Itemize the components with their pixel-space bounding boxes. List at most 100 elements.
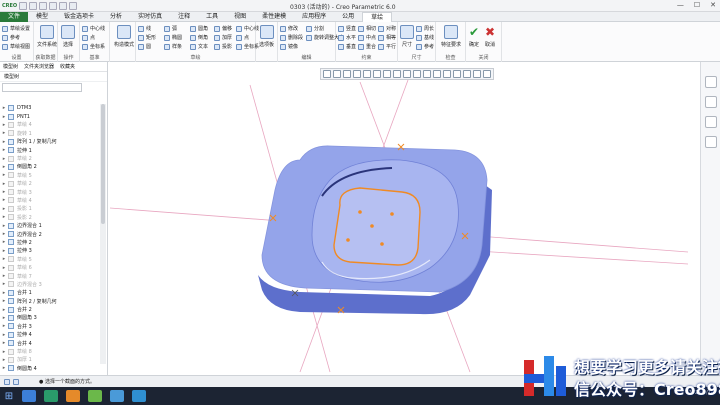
tangent-constraint-button[interactable]: 相切 xyxy=(358,25,376,32)
expand-arrow-icon[interactable]: ▸ xyxy=(0,357,8,363)
zoom-in-icon[interactable] xyxy=(333,70,341,78)
maximize-button[interactable]: ☐ xyxy=(694,1,700,9)
tab-model-tree[interactable]: 模型树 xyxy=(3,63,18,70)
tab-favorites[interactable]: 收藏夹 xyxy=(60,63,75,70)
scrollbar-thumb[interactable] xyxy=(101,104,105,224)
tab-sketch[interactable]: 草绘 xyxy=(362,11,393,22)
redo-icon[interactable] xyxy=(59,1,68,10)
model-tree-item[interactable]: ▸ 阵列 1 / 复制几何 xyxy=(0,138,100,146)
mirror-button[interactable]: 镜像 xyxy=(280,43,298,50)
model-tree-item[interactable]: ▸ 合并 3 xyxy=(0,322,100,330)
palette-button[interactable]: 选项板 xyxy=(259,25,274,48)
sketch-point-button[interactable]: 点 xyxy=(236,34,249,41)
undo-icon[interactable] xyxy=(49,1,58,10)
rectangle-button[interactable]: 矩形 xyxy=(138,34,156,41)
midpoint-constraint-button[interactable]: 中点 xyxy=(358,34,376,41)
tab-view[interactable]: 视图 xyxy=(226,12,254,22)
model-tree-item[interactable]: ▸ 加厚 1 xyxy=(0,356,100,364)
sketch-point[interactable] xyxy=(346,238,350,242)
model-tree-item[interactable]: ▸ DTM3 xyxy=(0,104,100,112)
tab-model[interactable]: 模型 xyxy=(28,12,56,22)
sketch-point[interactable] xyxy=(390,212,394,216)
model-tree-item[interactable]: ▸ 草绘 4 xyxy=(0,196,100,204)
expand-arrow-icon[interactable]: ▸ xyxy=(0,223,8,229)
expand-arrow-icon[interactable]: ▸ xyxy=(0,156,8,162)
tab-common[interactable]: 公用 xyxy=(334,12,362,22)
model-tree-item[interactable]: ▸ 草绘 7 xyxy=(0,272,100,280)
model-tree-item[interactable]: ▸ 合并 4 xyxy=(0,339,100,347)
sketch-point[interactable] xyxy=(358,210,362,214)
model-tree-item[interactable]: ▸ 拉伸 2 xyxy=(0,238,100,246)
file-system-button[interactable]: 文件系统 xyxy=(37,25,57,48)
model-tree-item[interactable]: ▸ 拉伸 1 xyxy=(0,146,100,154)
feature-requirements-button[interactable]: 特征要求 xyxy=(441,25,461,48)
sketch-setup-button[interactable]: 草绘设置 xyxy=(2,25,30,32)
perimeter-button[interactable]: 周长 xyxy=(416,25,434,32)
regenerate-icon[interactable] xyxy=(69,1,78,10)
expand-arrow-icon[interactable]: ▸ xyxy=(0,122,8,128)
horizontal-constraint-button[interactable]: 水平 xyxy=(338,34,356,41)
tab-applications[interactable]: 应用程序 xyxy=(294,12,334,22)
zoom-out-icon[interactable] xyxy=(343,70,351,78)
browser-icon[interactable] xyxy=(705,116,717,128)
model-tree-item[interactable]: ▸ 投影 1 xyxy=(0,205,100,213)
annotation-display-icon[interactable] xyxy=(413,70,421,78)
coincident-constraint-button[interactable]: 重合 xyxy=(358,43,376,50)
vertical-constraint-button[interactable]: 竖直 xyxy=(338,25,356,32)
circle-button[interactable]: 圆 xyxy=(138,43,151,50)
model-tree-item[interactable]: ▸ 倒圆角 2 xyxy=(0,163,100,171)
model-tree-item[interactable]: ▸ 草绘 5 xyxy=(0,171,100,179)
expand-arrow-icon[interactable]: ▸ xyxy=(0,340,8,346)
expand-arrow-icon[interactable]: ▸ xyxy=(0,365,8,371)
expand-arrow-icon[interactable]: ▸ xyxy=(0,323,8,329)
sketch-view-icon[interactable] xyxy=(433,70,441,78)
tab-file[interactable]: 文件 xyxy=(0,11,29,22)
model-tree-item[interactable]: ▸ 合并 1 xyxy=(0,289,100,297)
display-style-icon[interactable] xyxy=(363,70,371,78)
divide-button[interactable]: 分割 xyxy=(306,25,324,32)
references-button[interactable]: 参考 xyxy=(2,34,20,41)
select-button[interactable]: 选择 xyxy=(61,25,75,48)
file-explorer-icon[interactable] xyxy=(110,390,124,402)
view-manager-icon[interactable] xyxy=(383,70,391,78)
chamfer-button[interactable]: 倒角 xyxy=(190,34,208,41)
browser-app-icon[interactable] xyxy=(66,390,80,402)
refit-icon[interactable] xyxy=(323,70,331,78)
model-tree-scrollbar[interactable] xyxy=(100,104,106,364)
modify-button[interactable]: 修改 xyxy=(280,25,298,32)
spline-button[interactable]: 样条 xyxy=(164,43,182,50)
wechat-app-icon[interactable] xyxy=(88,390,102,402)
ok-button[interactable]: ✔ 确定 xyxy=(469,25,479,48)
message-log-icon[interactable] xyxy=(13,378,19,385)
cancel-button[interactable]: ✖ 取消 xyxy=(485,25,495,48)
model-tree-item[interactable]: ▸ 草绘 6 xyxy=(0,263,100,271)
perpendicular-constraint-button[interactable]: 垂直 xyxy=(338,43,356,50)
datum-csys-button[interactable]: 坐标系 xyxy=(82,43,105,50)
tab-tools[interactable]: 工具 xyxy=(198,12,226,22)
model-tree-item[interactable]: ▸ 拉伸 4 xyxy=(0,331,100,339)
model-tree-item[interactable]: ▸ 草绘 3 xyxy=(0,188,100,196)
expand-arrow-icon[interactable]: ▸ xyxy=(0,315,8,321)
expand-arrow-icon[interactable]: ▸ xyxy=(0,307,8,313)
expand-arrow-icon[interactable]: ▸ xyxy=(0,206,8,212)
model-canvas[interactable] xyxy=(108,62,689,375)
model-tree-item[interactable]: ▸ 拉伸 3 xyxy=(0,247,100,255)
info-icon[interactable] xyxy=(705,136,717,148)
expand-arrow-icon[interactable]: ▸ xyxy=(0,105,8,111)
model-tree-item[interactable]: ▸ 草绘 2 xyxy=(0,180,100,188)
ellipse-button[interactable]: 椭圆 xyxy=(164,34,182,41)
expand-arrow-icon[interactable]: ▸ xyxy=(0,130,8,136)
model-tree-item[interactable]: ▸ 草绘 5 xyxy=(0,255,100,263)
expand-arrow-icon[interactable]: ▸ xyxy=(0,256,8,262)
sketch-point[interactable] xyxy=(370,224,374,228)
layers-icon[interactable] xyxy=(705,96,717,108)
model-tree-filter-input[interactable] xyxy=(2,83,82,92)
visibility-icon[interactable] xyxy=(463,70,471,78)
sketcher-display-icon[interactable] xyxy=(423,70,431,78)
delete-segment-button[interactable]: 删除段 xyxy=(280,34,303,41)
open-icon[interactable] xyxy=(29,1,38,10)
new-icon[interactable] xyxy=(19,1,28,10)
text-button[interactable]: 文本 xyxy=(190,43,208,50)
expand-arrow-icon[interactable]: ▸ xyxy=(0,290,8,296)
model-tree-item[interactable]: ▸ 投影 2 xyxy=(0,213,100,221)
